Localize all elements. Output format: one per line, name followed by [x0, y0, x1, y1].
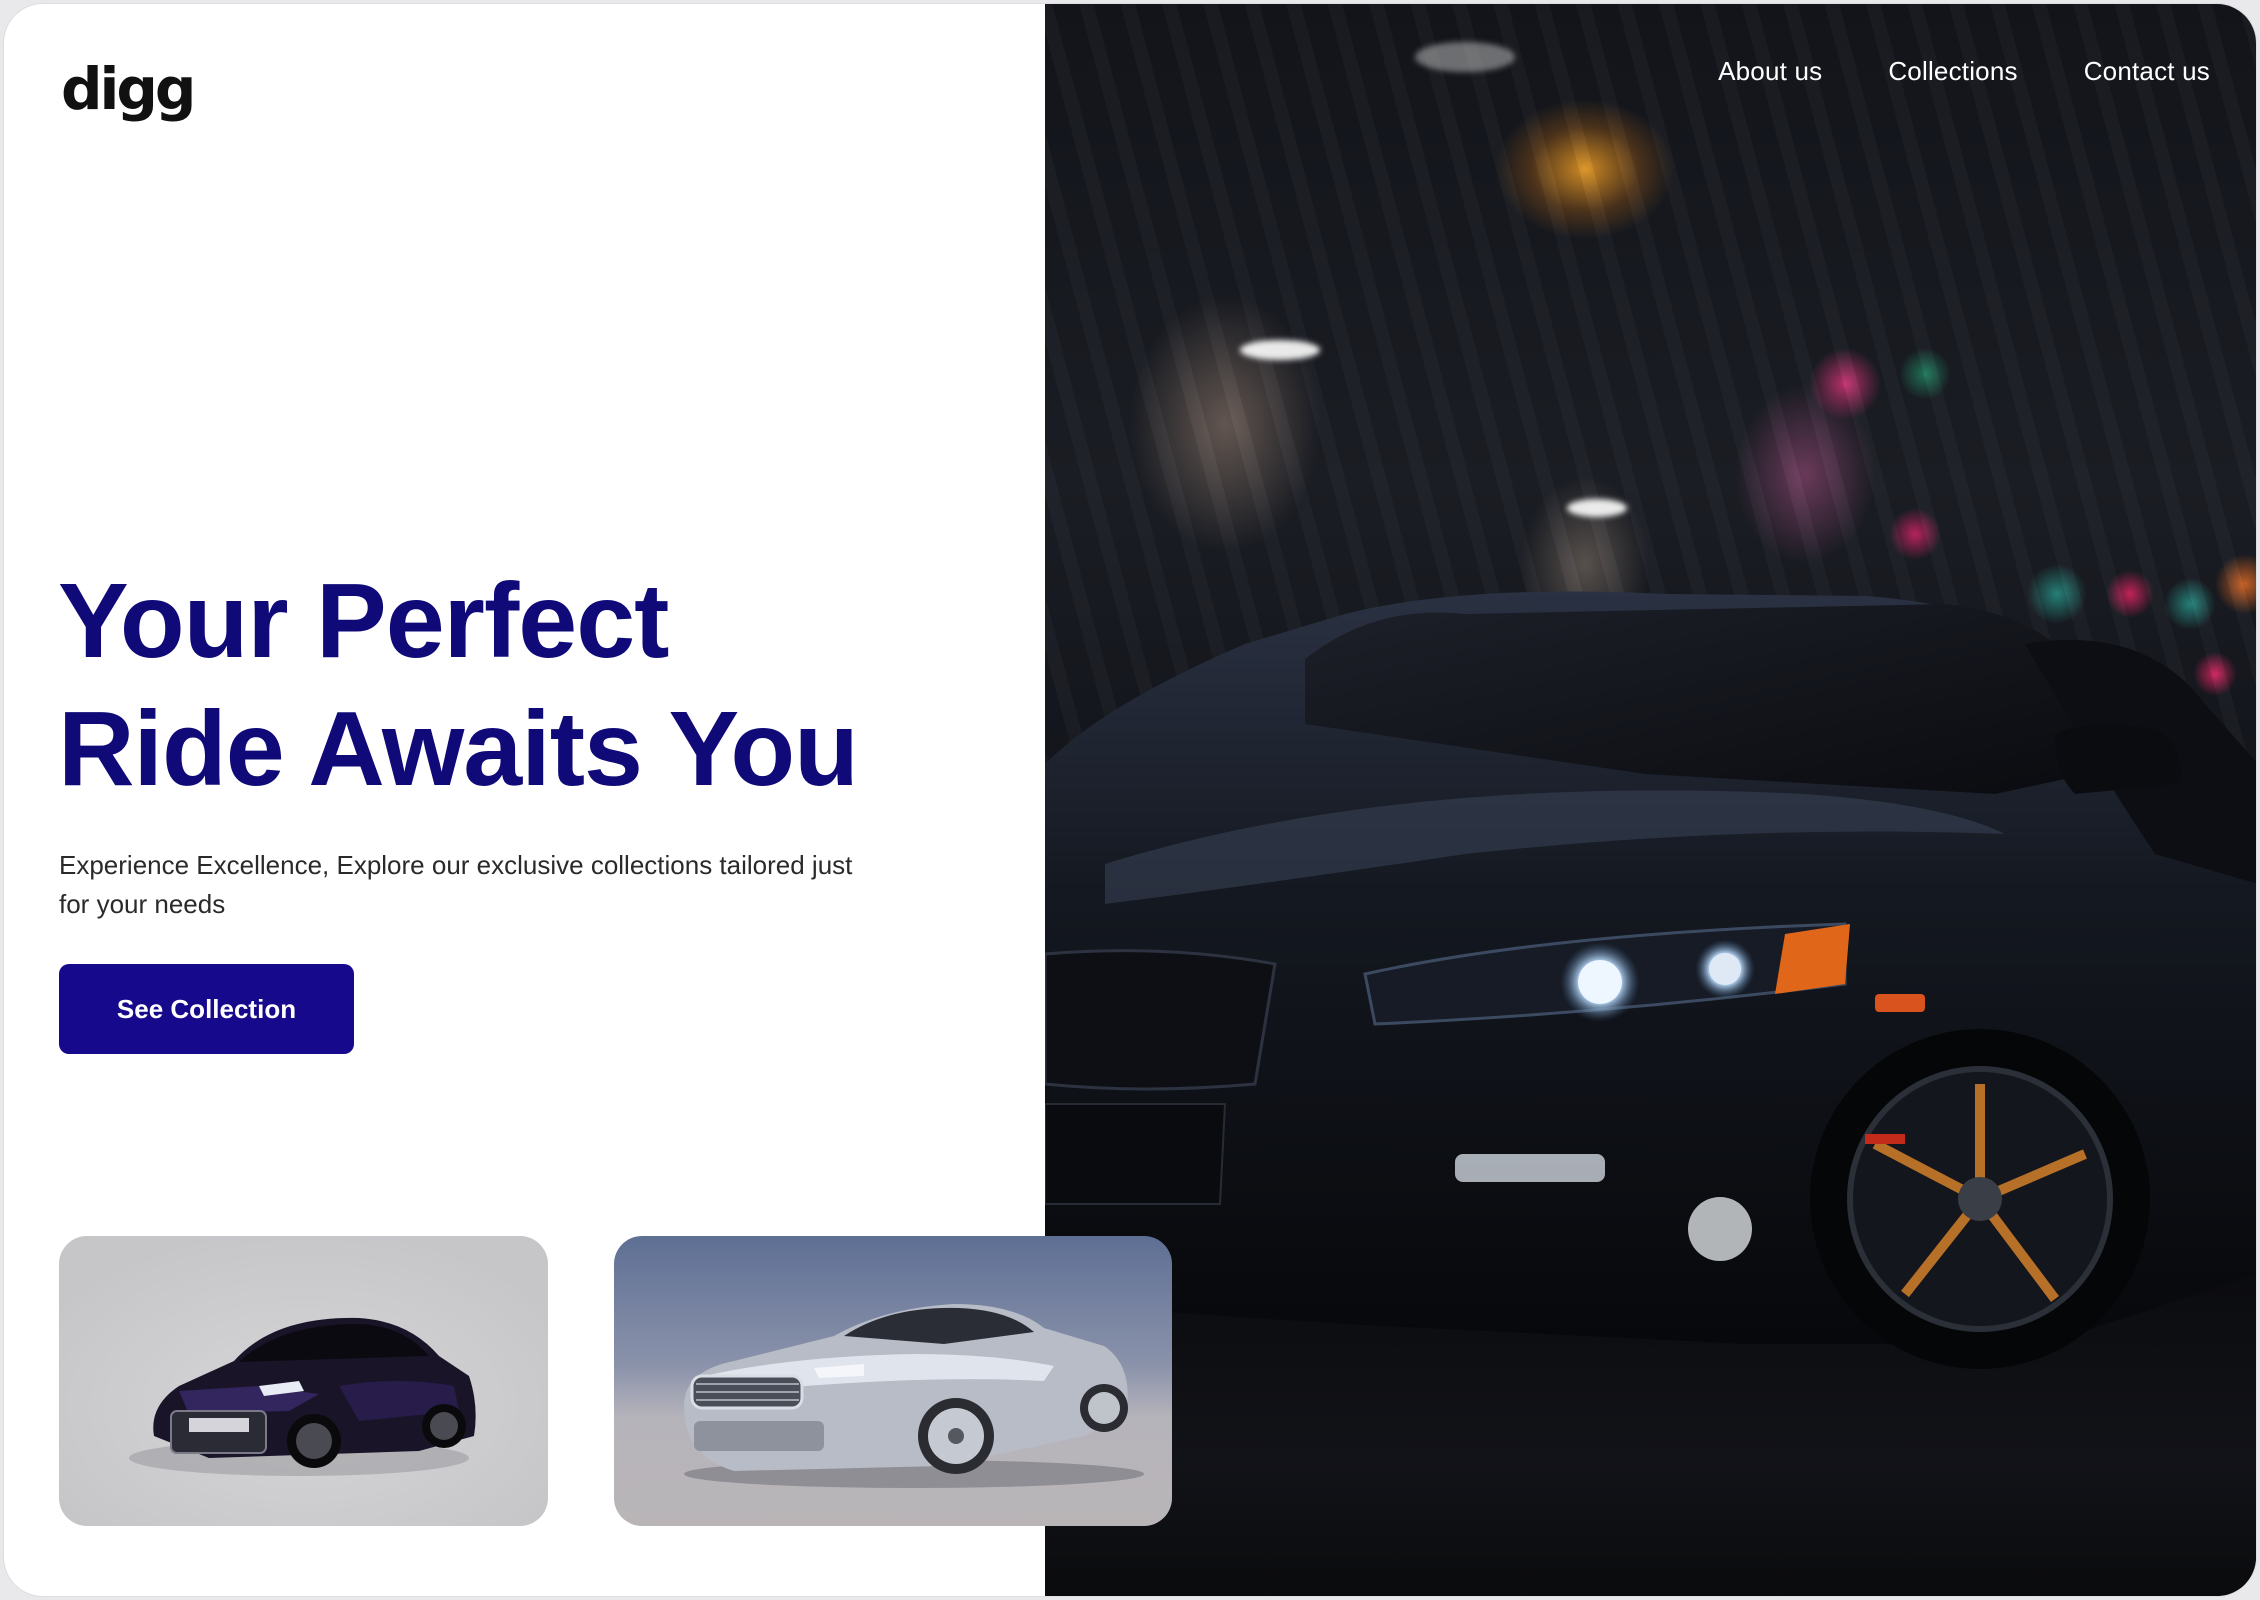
nav-about-us[interactable]: About us [1718, 56, 1822, 87]
thumbnail-car-2[interactable] [614, 1236, 1172, 1526]
nav-contact-us[interactable]: Contact us [2084, 56, 2210, 87]
digg-logo[interactable]: digg [61, 60, 196, 118]
dark-purple-sedan-image [129, 1317, 476, 1476]
see-collection-button[interactable]: See Collection [59, 964, 354, 1054]
hero-subtext: Experience Excellence, Explore our exclu… [59, 850, 853, 919]
top-nav: About us Collections Contact us [1718, 56, 2210, 87]
hero-headline: Your Perfect Ride Awaits You [58, 557, 1018, 813]
headline-line-2: Ride Awaits You [58, 690, 859, 808]
page-frame: About us Collections Contact us digg You… [3, 3, 2257, 1597]
silver-sports-coupe-image [684, 1304, 1144, 1488]
hero-car-image: About us Collections Contact us [1045, 4, 2256, 1596]
headline-line-1: Your Perfect [58, 562, 669, 680]
nav-collections[interactable]: Collections [1888, 56, 2017, 87]
thumbnail-car-1[interactable] [59, 1236, 548, 1526]
black-sedan-illustration [1045, 591, 2256, 1369]
